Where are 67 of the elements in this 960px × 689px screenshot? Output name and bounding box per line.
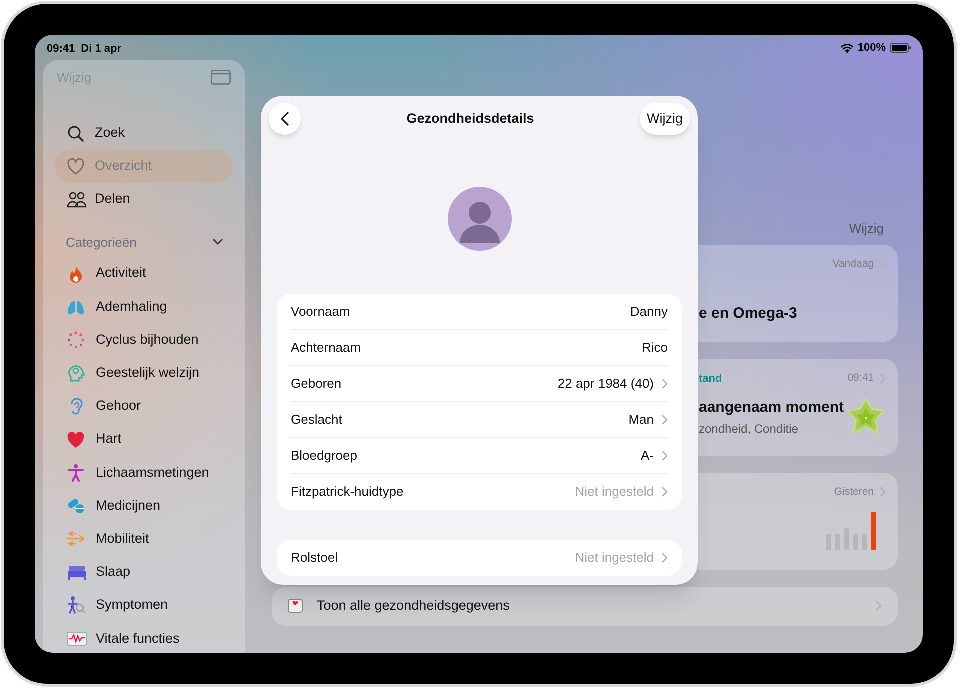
category-item[interactable]: Lichaamsmetingen	[55, 456, 233, 490]
detail-row: Achternaam Rico	[291, 330, 668, 366]
battery-percentage: 100%	[858, 41, 886, 56]
detail-value: Danny	[630, 302, 668, 321]
show-all-row[interactable]: Toon alle gezondheidsgegevens	[272, 586, 898, 626]
avatar-silhouette	[448, 187, 512, 251]
detail-value: Man	[628, 410, 654, 429]
heart-icon	[67, 430, 87, 449]
category-item[interactable]: Activiteit	[55, 257, 233, 290]
arrows-icon	[67, 530, 87, 548]
head-icon	[67, 364, 87, 382]
people-icon	[67, 190, 87, 208]
sidebar-toggle-icon[interactable]	[211, 70, 231, 86]
figure-icon	[67, 464, 87, 482]
summary-card[interactable]: tand 09:41 aangenaam moment zondheid, Conditie	[698, 358, 898, 456]
detail-value: A-	[641, 446, 654, 465]
dotted-circle-icon	[67, 330, 87, 349]
detail-row[interactable]: Geboren 22 apr 1984 (40)	[291, 366, 668, 402]
pills-icon	[67, 496, 87, 515]
wifi-icon	[840, 43, 854, 54]
detail-value: 22 apr 1984 (40)	[558, 374, 654, 393]
category-item[interactable]: Slaap	[55, 556, 233, 589]
bed-icon	[67, 563, 87, 582]
category-item[interactable]: Mobiliteit	[55, 522, 233, 556]
card-category: tand	[699, 372, 722, 386]
edit-button[interactable]: Wijzig	[640, 103, 690, 135]
status-date: Di 1 apr	[81, 42, 122, 57]
chevron-down-icon[interactable]	[213, 237, 223, 248]
heart-rate-icon	[67, 630, 87, 648]
chevron-left-icon	[281, 112, 289, 126]
category-item[interactable]: Geestelijk welzijn	[55, 356, 233, 390]
card-time: Gisteren	[834, 484, 874, 500]
heart-outline-icon	[67, 158, 87, 174]
category-item[interactable]: Vitale functies	[55, 622, 233, 653]
detail-value: Niet ingesteld	[575, 549, 654, 568]
card-time: Vandaag	[832, 256, 874, 272]
battery-icon	[890, 43, 911, 54]
chevron-right-icon	[880, 259, 886, 270]
detail-value: Rico	[642, 338, 668, 357]
detail-value: Niet ingesteld	[575, 483, 654, 502]
chevron-right-icon	[880, 374, 886, 384]
status-time: 09:41	[47, 42, 76, 57]
detail-row: Voornaam Danny	[291, 294, 668, 330]
card-title: e en Omega-3	[699, 304, 798, 324]
section-header: Categorieën	[66, 234, 137, 252]
nav-item[interactable]: Delen	[55, 182, 233, 216]
card-time: 09:41	[848, 370, 874, 386]
category-item[interactable]: Gehoor	[55, 390, 233, 423]
detail-row[interactable]: Fitzpatrick-huidtype Niet ingesteld	[291, 474, 668, 510]
detail-row[interactable]: Geslacht Man	[291, 402, 668, 438]
card-subtitle: zondheid, Conditie	[699, 420, 800, 438]
heart-card-icon	[288, 599, 303, 613]
sheet-title: Gezondheidsdetails	[406, 110, 534, 128]
card-title: aangenaam moment	[699, 398, 844, 418]
category-item[interactable]: Ademhaling	[55, 290, 233, 324]
category-item[interactable]: Symptomen	[55, 588, 233, 622]
person-magnifier-icon	[67, 596, 87, 614]
back-button[interactable]	[269, 103, 301, 135]
category-item[interactable]: Hart	[55, 422, 233, 456]
chevron-right-icon	[880, 487, 886, 498]
chevron-right-icon	[876, 601, 882, 611]
summary-card[interactable]: Vandaag e en Omega-3	[698, 244, 898, 342]
nav-item[interactable]: Zoek	[55, 116, 233, 150]
category-item[interactable]: Cyclus bijhouden	[55, 323, 233, 357]
detail-row[interactable]: Rolstoel Niet ingesteld	[291, 540, 668, 576]
category-item[interactable]: Medicijnen	[55, 489, 233, 522]
detail-row[interactable]: Bloedgroep A-	[291, 438, 668, 474]
